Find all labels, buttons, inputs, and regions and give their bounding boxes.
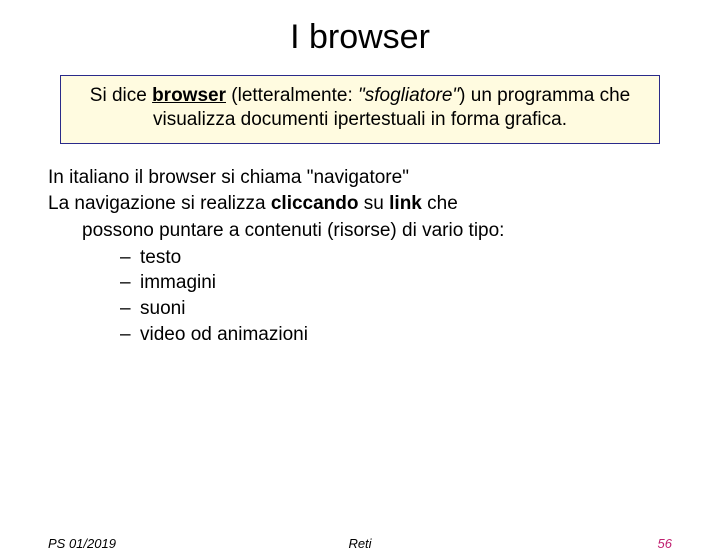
paragraph-2-line2: possono puntare a contenuti (risorse) di…: [48, 219, 672, 244]
list-item: testo: [144, 246, 672, 271]
p2-e: che: [422, 193, 458, 214]
paragraph-1: In italiano il browser si chiama "naviga…: [48, 166, 672, 191]
paragraph-2-line1: La navigazione si realizza cliccando su …: [48, 192, 672, 217]
footer-page-number: 56: [658, 536, 672, 551]
footer-center: Reti: [0, 536, 720, 551]
p2-link: link: [389, 193, 422, 214]
bullet-list: testo immagini suoni video od animazioni: [48, 246, 672, 348]
body-content: In italiano il browser si chiama "naviga…: [48, 166, 672, 348]
list-item: video od animazioni: [144, 323, 672, 348]
definition-box: Si dice browser (letteralmente: "sfoglia…: [60, 75, 660, 144]
def-mid1: (letteralmente:: [226, 85, 358, 106]
list-item: immagini: [144, 271, 672, 296]
p2-cliccando: cliccando: [271, 193, 359, 214]
list-item: suoni: [144, 297, 672, 322]
def-italic: "sfogliatore": [358, 85, 459, 106]
def-term: browser: [152, 85, 226, 106]
p2-a: La navigazione si realizza: [48, 193, 271, 214]
slide-title: I browser: [0, 18, 720, 57]
def-pre: Si dice: [90, 85, 152, 106]
p2-c: su: [359, 193, 390, 214]
